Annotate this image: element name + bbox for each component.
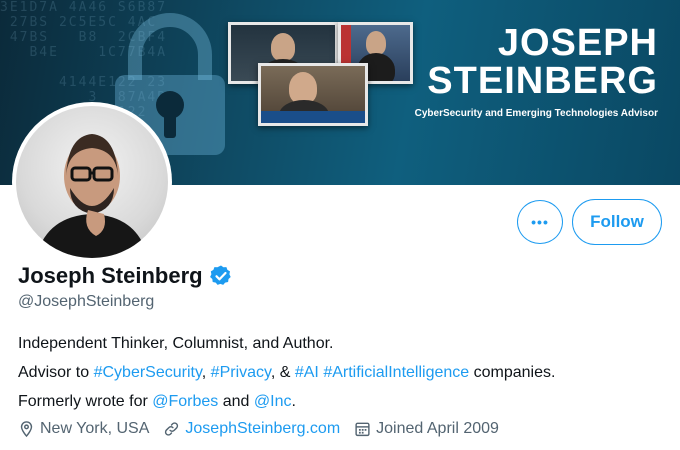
bio-line-2: Advisor to #CyberSecurity, #Privacy, & #…: [18, 358, 555, 387]
verified-badge-icon: [209, 265, 231, 285]
avatar-photo: [16, 106, 168, 258]
display-name: Joseph Steinberg: [18, 263, 203, 288]
profile-bio: Independent Thinker, Columnist, and Auth…: [18, 329, 555, 416]
location-text: New York, USA: [40, 420, 150, 437]
hashtag-ai[interactable]: #AI: [295, 364, 319, 381]
hashtag-cybersecurity[interactable]: #CyberSecurity: [94, 364, 202, 381]
banner-tv-still-3: [258, 63, 368, 126]
website-link[interactable]: JosephSteinberg.com: [185, 420, 340, 438]
more-options-button[interactable]: •••: [517, 200, 563, 244]
profile-handle: @JosephSteinberg: [18, 293, 155, 310]
hashtag-artificialintelligence[interactable]: #ArtificialIntelligence: [323, 364, 469, 381]
banner-title: JOSEPH STEINBERG: [427, 24, 658, 100]
profile-meta: New York, USA JosephSteinberg.com Joined…: [18, 420, 513, 438]
bio-separator: ,: [201, 364, 211, 381]
joined-text: Joined April 2009: [376, 420, 499, 437]
bio-line-3-prefix: Formerly wrote for: [18, 393, 153, 410]
bio-line-3-suffix: .: [291, 393, 296, 410]
bio-line-2-prefix: Advisor to: [18, 364, 94, 381]
bio-line-3: Formerly wrote for @Forbes and @Inc.: [18, 387, 555, 416]
bio-separator: , &: [270, 364, 295, 381]
profile-name-row: Joseph Steinberg: [18, 263, 233, 289]
follow-button[interactable]: Follow: [572, 199, 662, 245]
banner-title-line1: JOSEPH: [497, 22, 658, 64]
mention-inc[interactable]: @Inc: [254, 393, 292, 410]
calendar-icon: [355, 422, 370, 437]
banner-tagline: CyberSecurity and Emerging Technologies …: [414, 108, 658, 119]
profile-avatar[interactable]: [12, 102, 172, 262]
website-item: JosephSteinberg.com: [163, 420, 340, 438]
avatar-portrait: [36, 134, 148, 258]
location-pin-icon: [20, 421, 33, 438]
bio-line-1: Independent Thinker, Columnist, and Auth…: [18, 335, 334, 352]
banner-title-line2: STEINBERG: [427, 60, 658, 102]
mention-forbes[interactable]: @Forbes: [152, 393, 218, 410]
joined-item: Joined April 2009: [354, 420, 499, 438]
more-icon: •••: [531, 214, 549, 230]
link-icon: [165, 422, 179, 436]
hashtag-privacy[interactable]: #Privacy: [211, 364, 271, 381]
bio-line-2-suffix: companies.: [469, 364, 556, 381]
bio-line-3-mid: and: [218, 393, 254, 410]
location-item: New York, USA: [18, 420, 149, 438]
